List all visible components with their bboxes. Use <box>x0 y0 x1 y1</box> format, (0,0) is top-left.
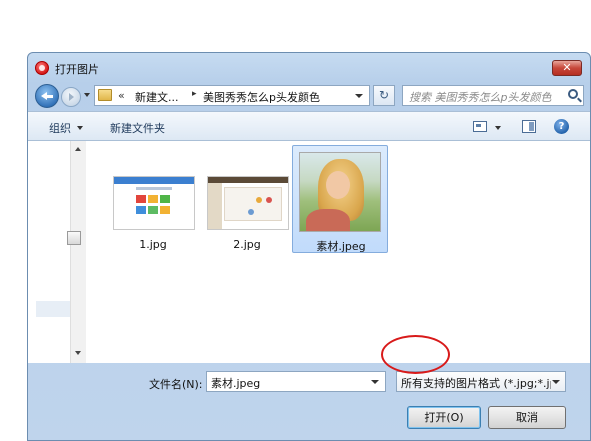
open-file-dialog: 打开图片 ✕ « 新建文... ▸ ▸ 美图秀秀怎么p头发颜色 ↻ 搜索 美图秀… <box>27 52 591 441</box>
file-item-selected[interactable]: 素材.jpeg <box>292 145 388 253</box>
forward-button[interactable] <box>61 87 81 107</box>
browser-body: 1.jpg 2.jpg 素材.jpeg <box>28 141 590 363</box>
new-folder-button[interactable]: 新建文件夹 <box>110 120 165 136</box>
organize-menu[interactable]: 组织 <box>49 120 71 136</box>
nav-scrollbar[interactable] <box>70 141 86 363</box>
scrollbar-thumb[interactable] <box>67 231 81 245</box>
filename-value: 素材.jpeg <box>211 377 261 390</box>
change-view-icon[interactable] <box>473 121 487 132</box>
preview-pane-icon[interactable] <box>522 120 536 133</box>
file-name-label: 1.jpg <box>139 238 167 251</box>
command-toolbar: 组织 新建文件夹 ? <box>28 111 590 141</box>
file-item[interactable]: 2.jpg <box>198 145 294 253</box>
meitu-app-icon <box>35 61 49 75</box>
open-button[interactable]: 打开(O) <box>407 406 481 429</box>
nav-pane-item[interactable] <box>36 301 72 317</box>
file-type-dropdown-icon[interactable] <box>552 380 560 384</box>
breadcrumb-item-current[interactable]: 美图秀秀怎么p头发颜色 <box>203 89 320 105</box>
dialog-title: 打开图片 <box>55 63 99 76</box>
file-name-label: 素材.jpeg <box>316 240 366 253</box>
search-icon[interactable] <box>568 89 578 99</box>
breadcrumb-arrow-icon[interactable]: ▸ <box>192 89 197 99</box>
refresh-button[interactable]: ↻ <box>373 85 395 106</box>
filename-dropdown-icon[interactable] <box>371 380 379 384</box>
help-icon[interactable]: ? <box>554 119 569 134</box>
file-item[interactable]: 1.jpg <box>104 145 200 253</box>
view-dropdown-icon[interactable] <box>495 126 501 130</box>
image-thumbnail <box>299 152 381 232</box>
search-placeholder: 搜索 美图秀秀怎么p头发颜色 <box>409 91 552 104</box>
organize-dropdown-icon[interactable] <box>77 126 83 130</box>
breadcrumb-overflow[interactable]: « <box>118 89 125 102</box>
search-input[interactable]: 搜索 美图秀秀怎么p头发颜色 <box>402 85 584 106</box>
scroll-down-icon[interactable] <box>75 351 81 355</box>
file-name-label: 2.jpg <box>233 238 261 251</box>
file-type-select[interactable]: 所有支持的图片格式 (*.jpg;*.jp <box>396 371 566 392</box>
folder-icon <box>98 89 112 101</box>
dialog-footer: 文件名(N): 素材.jpeg 所有支持的图片格式 (*.jpg;*.jp 打开… <box>28 363 590 440</box>
cancel-button[interactable]: 取消 <box>488 406 566 429</box>
annotation-circle <box>381 335 450 374</box>
title-bar: 打开图片 ✕ <box>28 53 590 81</box>
file-type-value: 所有支持的图片格式 (*.jpg;*.jp <box>401 377 551 390</box>
file-list: 1.jpg 2.jpg 素材.jpeg <box>88 141 590 363</box>
filename-label: 文件名(N): <box>149 378 203 391</box>
address-dropdown-icon[interactable] <box>355 94 363 98</box>
image-thumbnail <box>207 176 289 230</box>
close-button[interactable]: ✕ <box>552 60 582 76</box>
filename-field[interactable]: 素材.jpeg <box>206 371 386 392</box>
history-dropdown-icon[interactable] <box>84 93 90 97</box>
scroll-up-icon[interactable] <box>75 147 81 151</box>
address-bar[interactable]: « 新建文... ▸ ▸ 美图秀秀怎么p头发颜色 <box>94 85 370 106</box>
address-row: « 新建文... ▸ ▸ 美图秀秀怎么p头发颜色 ↻ 搜索 美图秀秀怎么p头发颜… <box>28 81 590 111</box>
image-thumbnail <box>113 176 195 230</box>
back-button[interactable] <box>35 84 59 108</box>
breadcrumb-item-parent[interactable]: 新建文... <box>135 89 179 105</box>
